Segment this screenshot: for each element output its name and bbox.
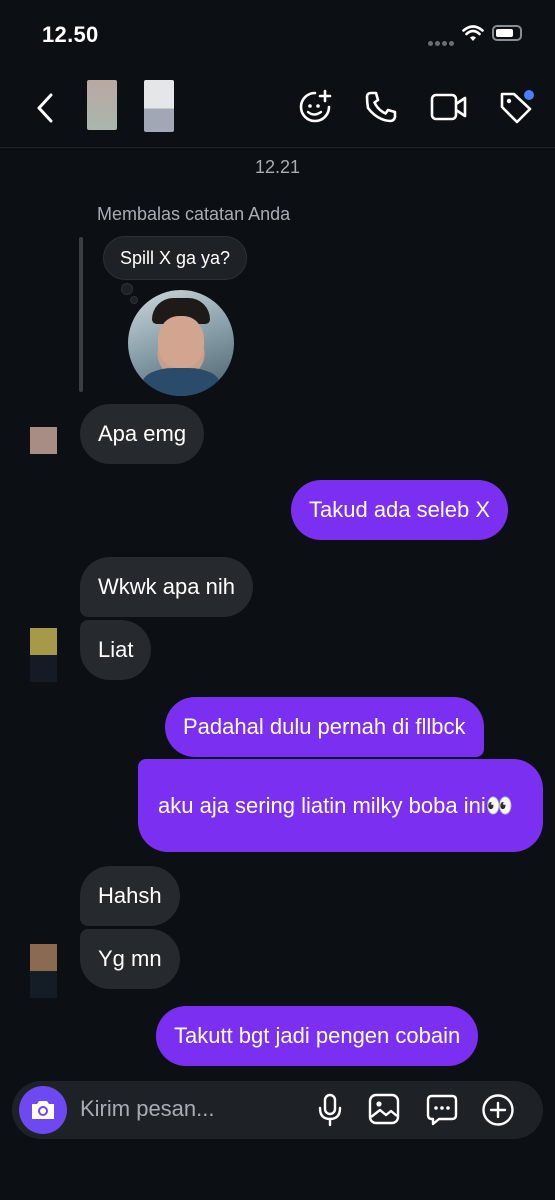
message-incoming[interactable]: Yg mn [80,929,180,989]
reply-bar [79,237,83,392]
sender-avatar[interactable] [30,944,57,971]
video-call-button[interactable] [430,92,468,122]
message-text: Apa emg [98,421,187,446]
battery-icon [492,25,522,41]
message-text: Hahsh [98,883,162,908]
timestamp: 12.21 [254,157,301,177]
message-text: Takutt bgt jadi pengen cobain [174,1023,461,1048]
camera-button[interactable] [19,1086,67,1134]
gallery-button[interactable] [368,1093,400,1130]
message-text: Liat [98,637,134,662]
note-dot [121,283,133,295]
video-icon [430,93,467,121]
message-text: Wkwk apa nih [98,574,235,599]
note-dot [130,296,138,304]
signal-icon [428,33,458,46]
message-incoming[interactable]: Liat [80,620,152,680]
contact-avatar-blur[interactable] [87,80,117,130]
sticker-icon [426,1094,458,1126]
wifi-icon [462,25,484,41]
chevron-left-icon [37,93,53,123]
effects-button[interactable] [296,88,334,126]
tag-button[interactable] [498,88,538,126]
note-author-avatar[interactable] [126,288,236,398]
header-divider [0,147,555,148]
message-incoming[interactable]: Wkwk apa nih [80,557,253,617]
voice-button[interactable] [317,1093,343,1132]
message-text: Padahal dulu pernah di fllbck [183,714,466,739]
message-text: Yg mn [98,946,162,971]
message-text: Takud ada seleb X [309,497,491,522]
phone-icon [365,91,397,123]
back-button[interactable] [34,92,56,124]
microphone-icon [318,1093,342,1127]
sender-avatar[interactable] [30,427,57,454]
status-time: 12.50 [42,22,99,47]
image-icon [368,1093,400,1125]
plus-icon [482,1094,514,1126]
camera-icon [32,1101,54,1119]
call-button[interactable] [364,90,398,124]
sender-avatar-blur [30,971,57,998]
effects-icon [299,89,332,123]
sticker-button[interactable] [425,1093,459,1132]
message-text: aku aja sering liatin milky boba ini👀 [158,793,514,818]
tag-icon [500,90,534,124]
message-outgoing[interactable]: aku aja sering liatin milky boba ini👀 [138,759,543,852]
message-outgoing[interactable]: Takud ada seleb X [291,480,509,540]
message-incoming[interactable]: Apa emg [80,404,205,464]
sender-avatar[interactable] [30,628,57,655]
message-outgoing[interactable]: Takutt bgt jadi pengen cobain [156,1006,479,1066]
contact-name-blur[interactable] [144,80,174,132]
note-bubble[interactable]: Spill X ga ya? [103,236,248,280]
reply-context-label: Membalas catatan Anda [97,204,291,224]
sender-avatar-blur [30,655,57,682]
more-button[interactable] [481,1093,515,1132]
message-outgoing[interactable]: Padahal dulu pernah di fllbck [165,697,484,757]
message-incoming[interactable]: Hahsh [80,866,180,926]
note-text: Spill X ga ya? [120,247,231,268]
message-input[interactable]: Kirim pesan... [80,1096,215,1122]
